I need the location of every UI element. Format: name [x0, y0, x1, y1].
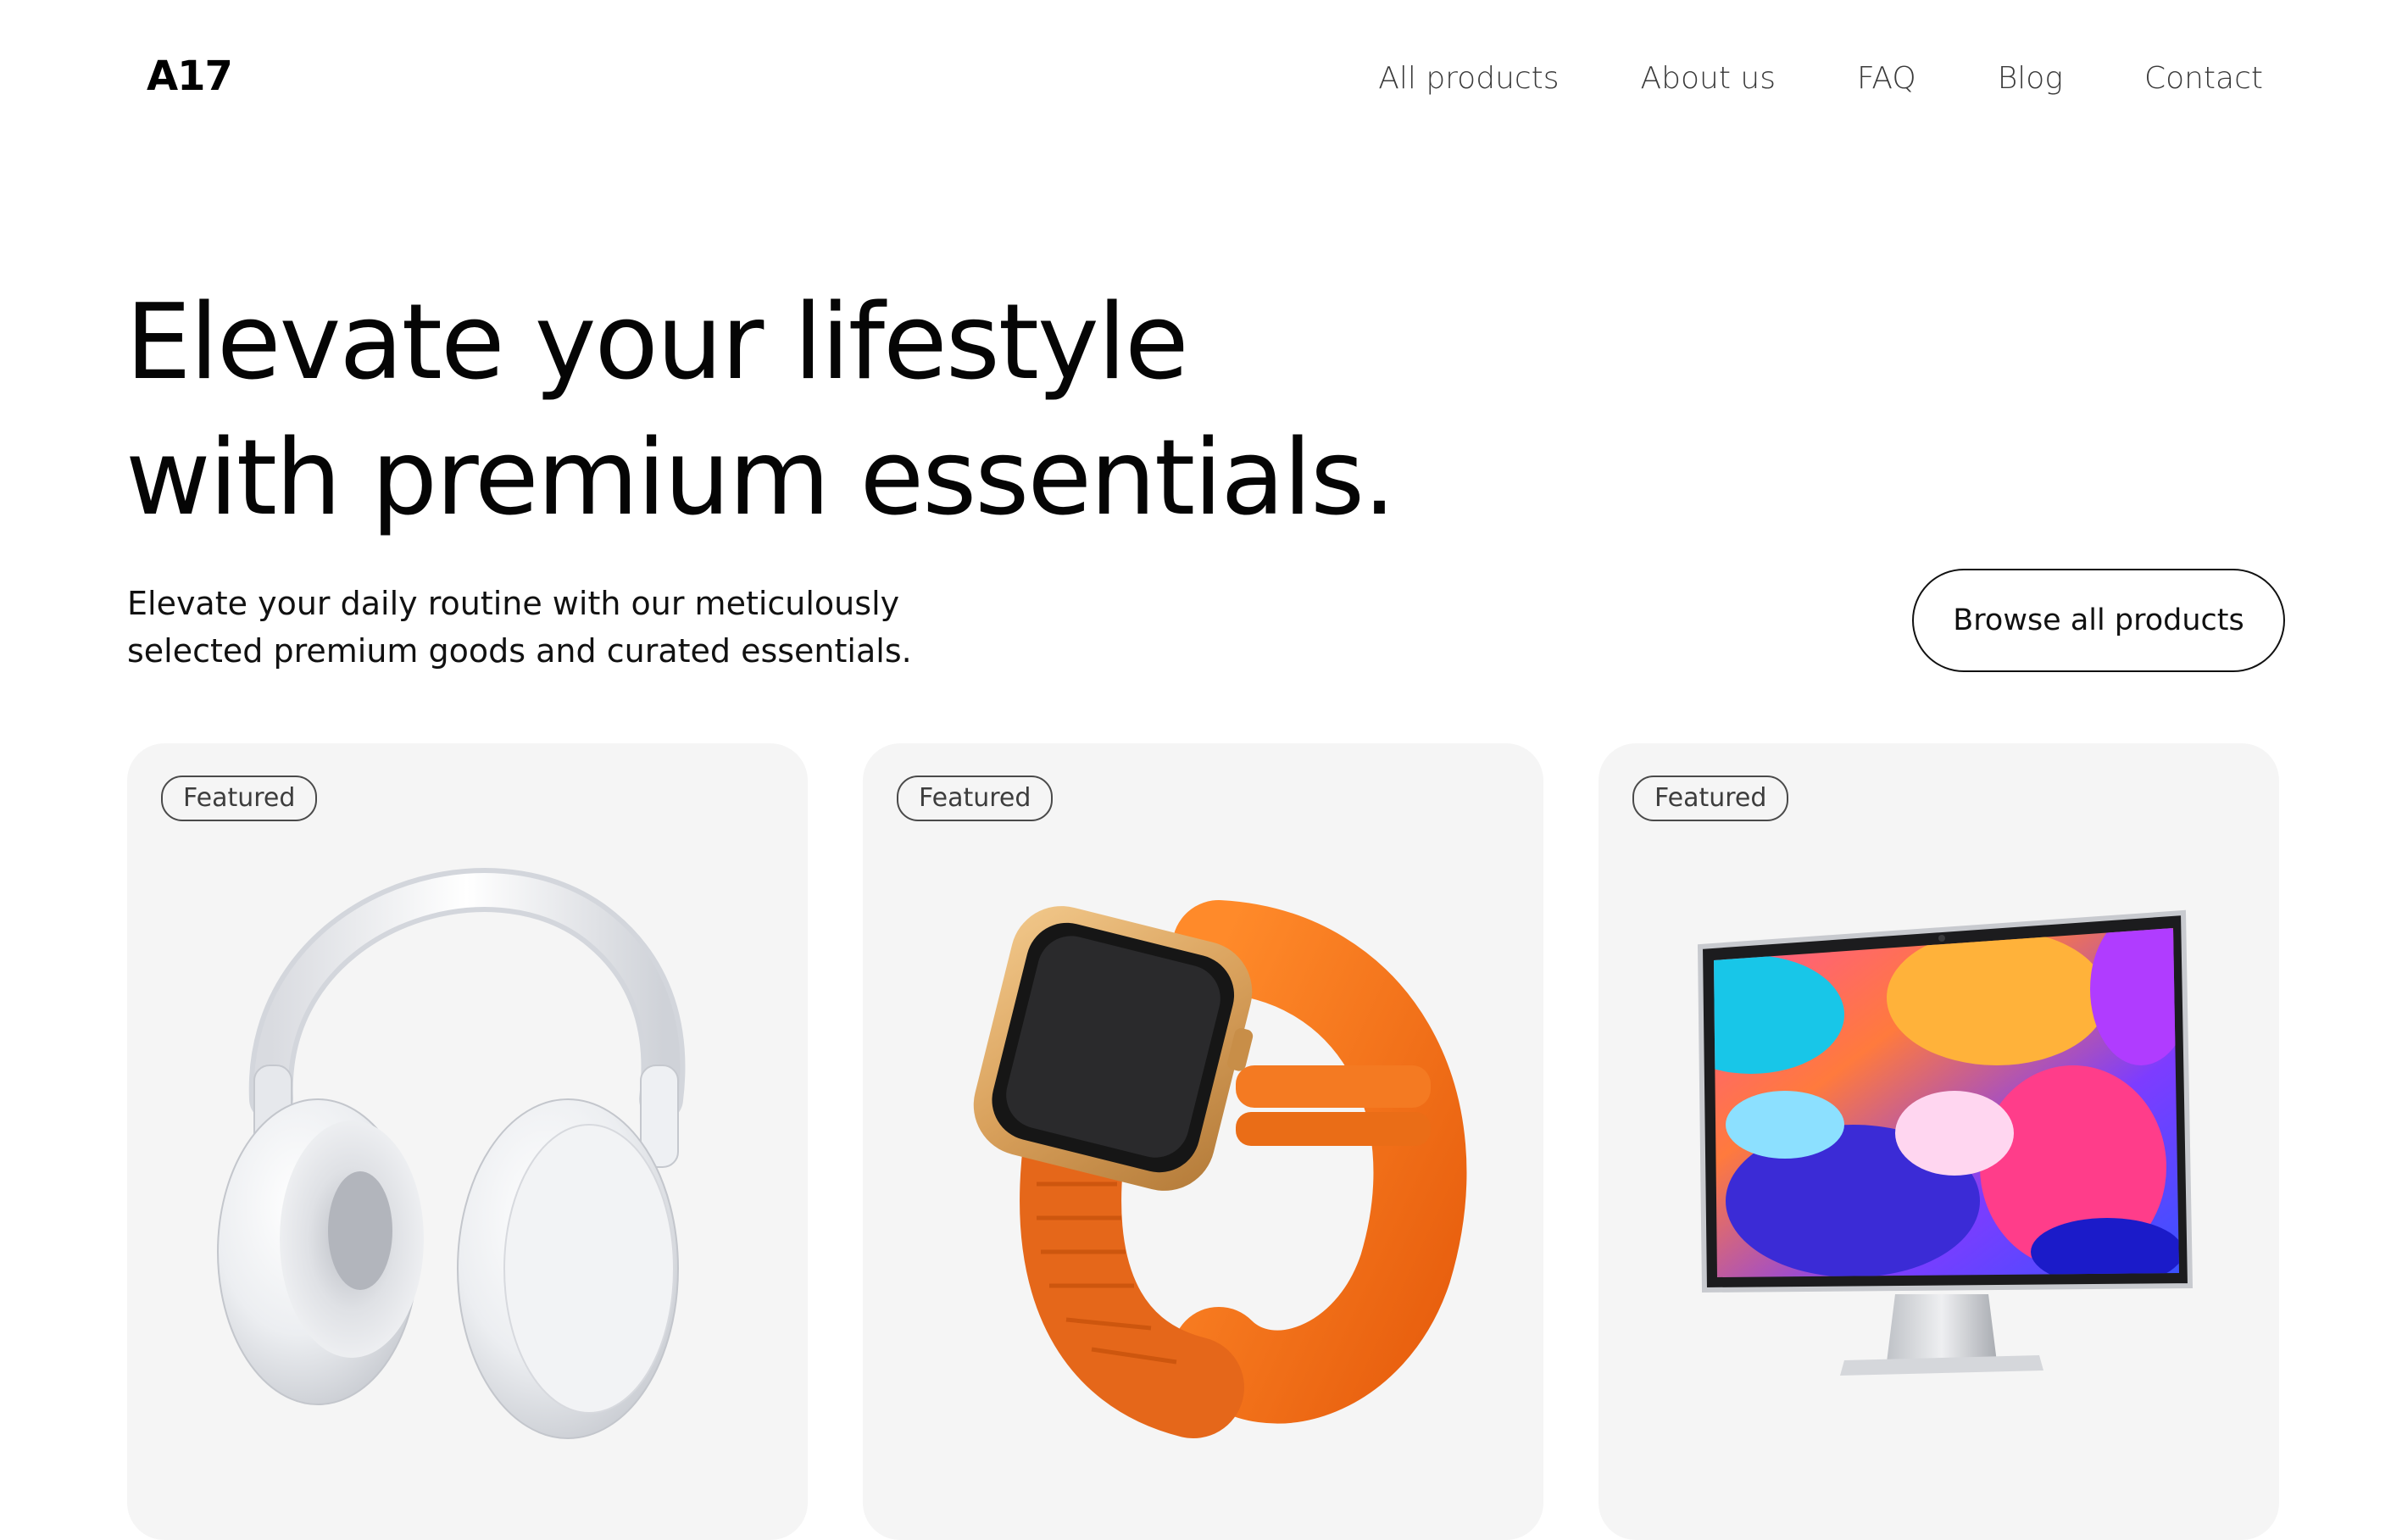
- hero-subtitle-line-1: Elevate your daily routine with our meti…: [127, 585, 900, 622]
- hero-title-line-1: Elevate your lifestyle: [125, 282, 1189, 403]
- featured-badge: Featured: [1632, 776, 1789, 821]
- nav-all-products[interactable]: All products: [1378, 61, 1559, 96]
- hero-title: Elevate your lifestyle with premium esse…: [125, 275, 1651, 547]
- nav-faq[interactable]: FAQ: [1857, 61, 1916, 96]
- product-card-smartwatch[interactable]: Featured: [863, 743, 1543, 1540]
- hero-subtitle-line-2: selected premium goods and curated essen…: [127, 632, 912, 670]
- hero-subtitle: Elevate your daily routine with our meti…: [127, 580, 975, 675]
- smartwatch-image: [973, 900, 1467, 1438]
- monitor-image: [1697, 909, 2193, 1376]
- nav-about-us[interactable]: About us: [1641, 61, 1776, 96]
- product-card-monitor[interactable]: Featured: [1599, 743, 2279, 1540]
- nav-contact[interactable]: Contact: [2144, 61, 2263, 96]
- nav-blog[interactable]: Blog: [1998, 61, 2063, 96]
- logo[interactable]: A17: [147, 53, 233, 100]
- site-header: A17 All products About us FAQ Blog Conta…: [0, 0, 2402, 170]
- featured-badge: Featured: [897, 776, 1054, 821]
- featured-badge: Featured: [161, 776, 318, 821]
- main-nav: All products About us FAQ Blog Contact: [1297, 61, 2263, 96]
- product-card-headphones[interactable]: Featured: [127, 743, 808, 1540]
- browse-all-products-button[interactable]: Browse all products: [1912, 569, 2285, 672]
- hero-title-line-2: with premium essentials.: [125, 418, 1396, 539]
- headphones-image: [217, 868, 686, 1439]
